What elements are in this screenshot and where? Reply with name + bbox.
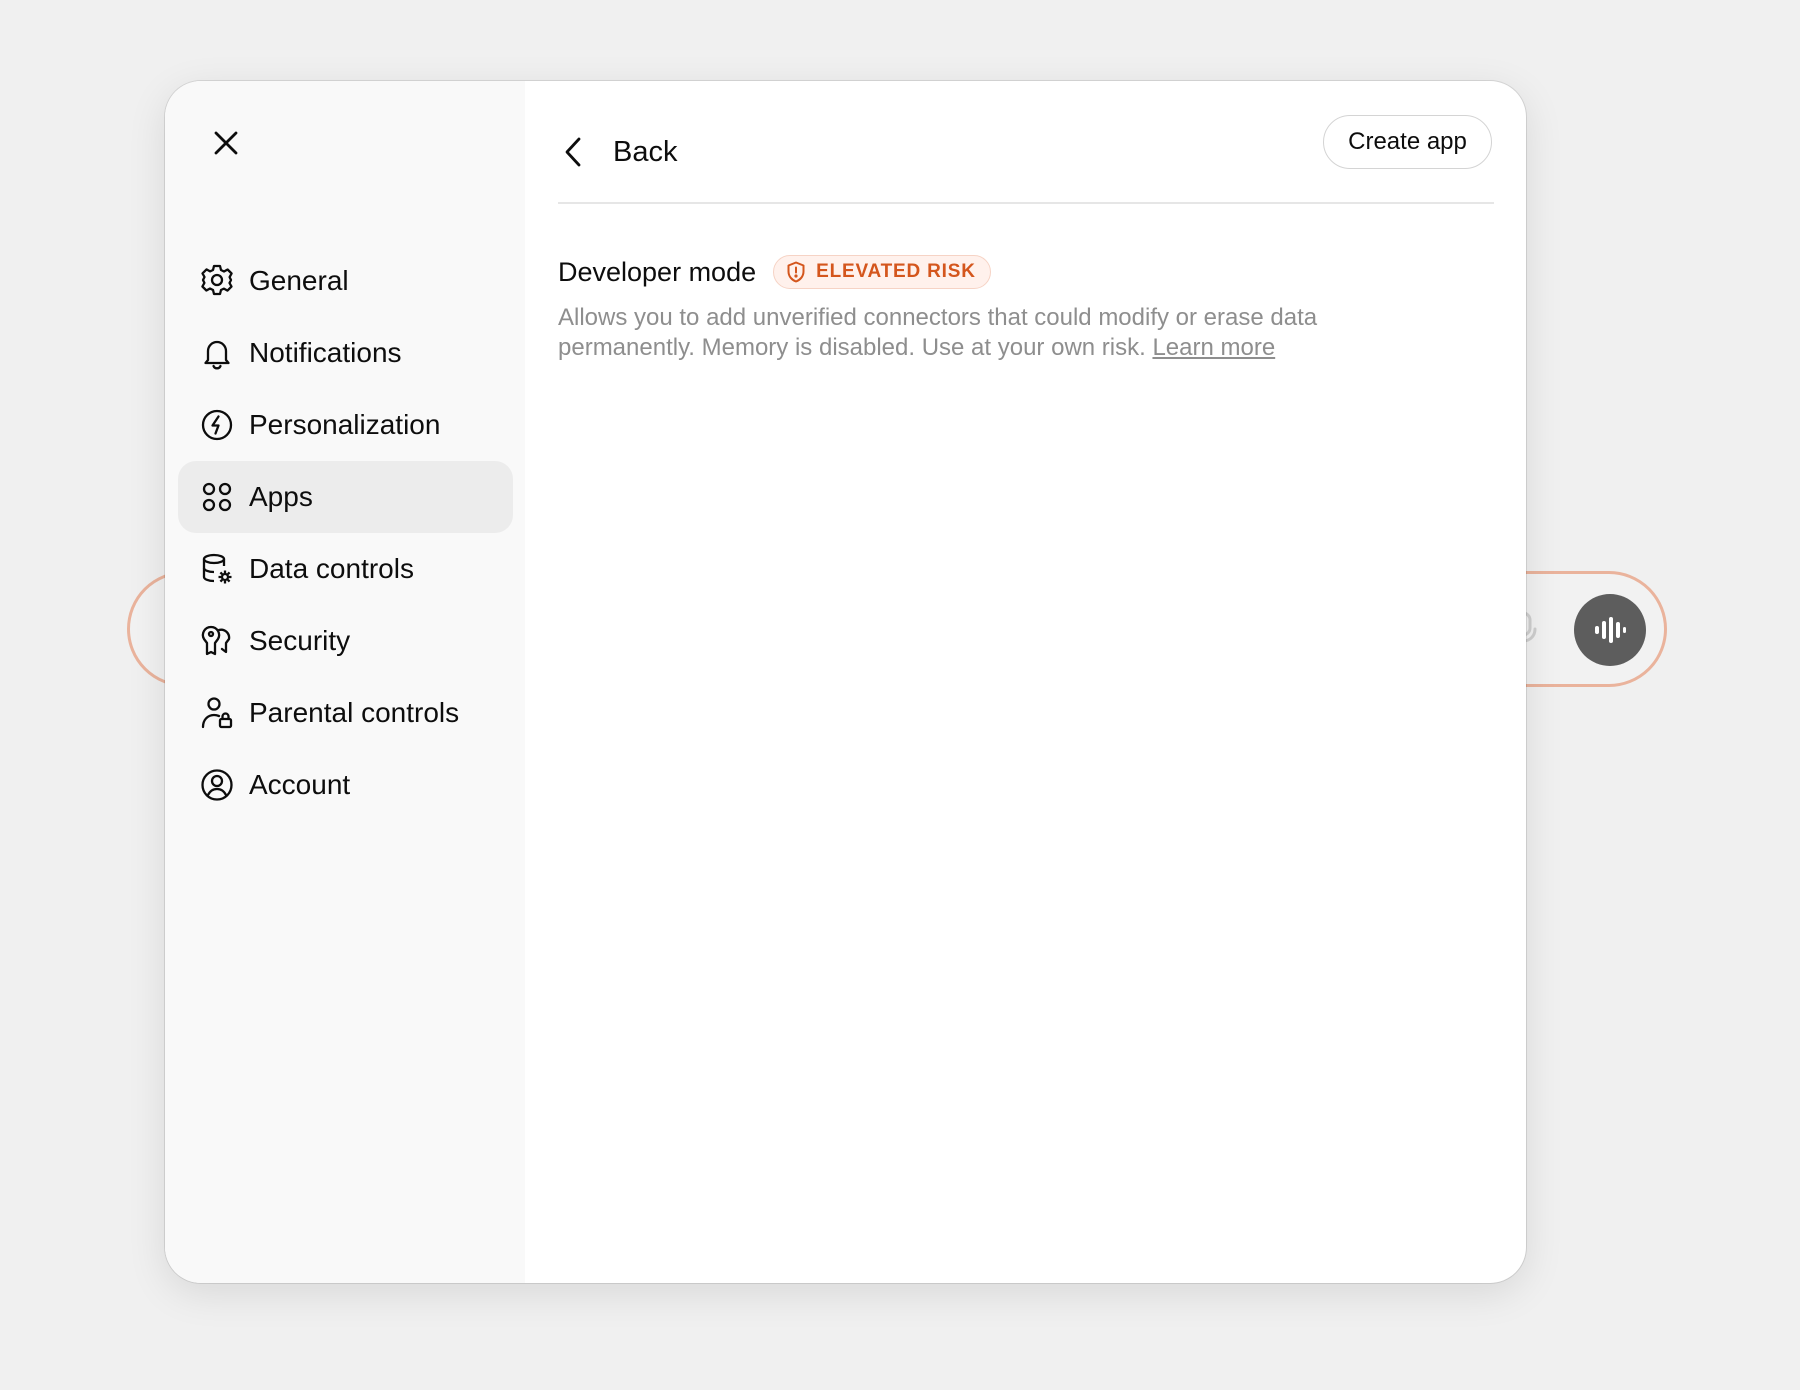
elevated-risk-badge: ELEVATED RISK [773, 255, 991, 289]
data-controls-icon [200, 552, 234, 586]
security-key-icon [200, 624, 234, 658]
sidebar-item-label: Parental controls [249, 697, 460, 728]
sidebar-item-label: Security [249, 625, 351, 656]
personalization-icon [200, 408, 234, 442]
back-label: Back [613, 135, 678, 168]
sidebar-item-security[interactable]: Security [178, 605, 513, 677]
settings-sidebar: General Notifications Personalization Ap… [165, 81, 525, 1283]
close-button[interactable] [203, 120, 249, 166]
sidebar-item-personalization[interactable]: Personalization [178, 389, 513, 461]
bell-icon [200, 336, 234, 370]
learn-more-link[interactable]: Learn more [1152, 334, 1275, 361]
sidebar-item-label: Data controls [249, 553, 414, 584]
developer-mode-description: Allows you to add unverified connectors … [558, 303, 1408, 363]
developer-mode-setting: Developer mode ELEVATED RISK Allows you … [558, 251, 1494, 363]
settings-modal: General Notifications Personalization Ap… [165, 81, 1526, 1283]
gear-icon [200, 264, 234, 298]
settings-nav: General Notifications Personalization Ap… [178, 245, 513, 821]
sidebar-item-notifications[interactable]: Notifications [178, 317, 513, 389]
header-divider [558, 202, 1494, 204]
shield-alert-icon [786, 261, 806, 283]
create-app-button[interactable]: Create app [1323, 115, 1492, 169]
risk-badge-label: ELEVATED RISK [816, 261, 976, 282]
apps-settings-panel: Back Create app Developer mode ELEVATED … [525, 81, 1526, 1283]
developer-mode-title: Developer mode [558, 256, 757, 287]
back-button[interactable]: Back [563, 119, 677, 185]
sidebar-item-label: General [249, 265, 349, 296]
waveform-icon [1595, 617, 1626, 643]
sidebar-item-parental-controls[interactable]: Parental controls [178, 677, 513, 749]
parental-controls-icon [200, 696, 234, 730]
sidebar-item-general[interactable]: General [178, 245, 513, 317]
close-icon [214, 131, 238, 155]
sidebar-item-label: Notifications [249, 337, 402, 368]
chevron-left-icon [563, 135, 591, 169]
voice-mode-button [1574, 594, 1646, 666]
sidebar-item-label: Account [249, 769, 351, 800]
sidebar-item-apps[interactable]: Apps [178, 461, 513, 533]
apps-grid-icon [200, 480, 234, 514]
sidebar-item-label: Apps [249, 481, 313, 512]
sidebar-item-account[interactable]: Account [178, 749, 513, 821]
sidebar-item-data-controls[interactable]: Data controls [178, 533, 513, 605]
account-icon [200, 768, 234, 802]
sidebar-item-label: Personalization [249, 409, 441, 440]
